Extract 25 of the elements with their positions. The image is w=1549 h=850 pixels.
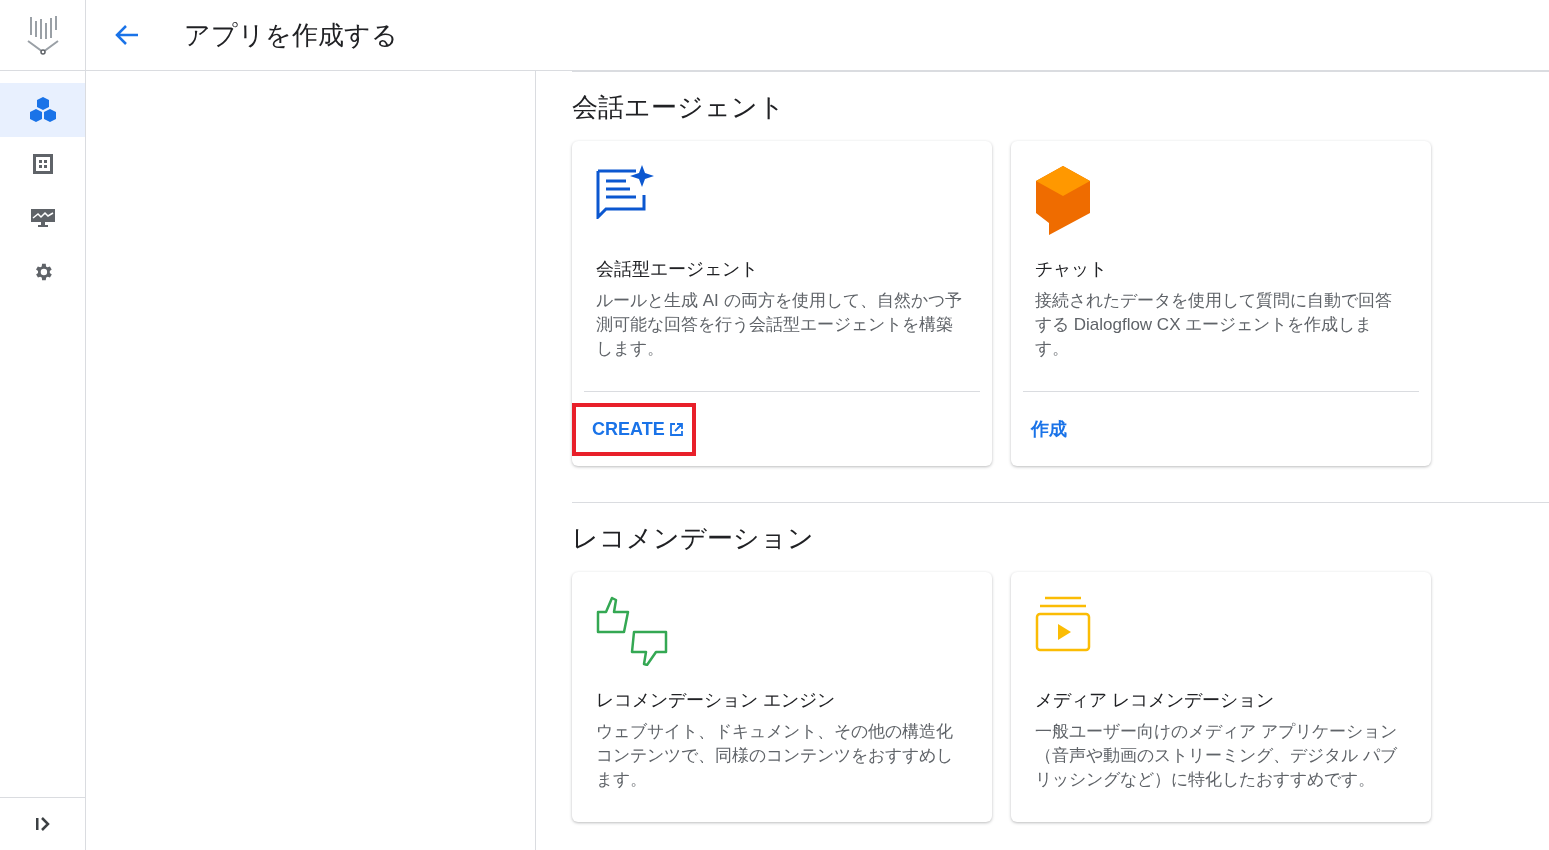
create-link[interactable]: 作成: [1011, 401, 1079, 457]
create-link[interactable]: CREATE: [572, 402, 696, 456]
external-link-icon: [668, 421, 684, 437]
card-description: 一般ユーザー向けのメディア アプリケーション（音声や動画のストリーミング、デジタル パブリッシングなど）に特化したおすすめです。: [1035, 721, 1398, 791]
card-title: レコメンデーション エンジン: [596, 689, 836, 712]
card-title: メディア レコメンデーション: [1035, 689, 1275, 712]
section-title: 会話エージェント: [572, 91, 786, 124]
cubes-icon: [28, 96, 57, 124]
section-title: レコメンデーション: [572, 522, 815, 555]
thumbs-up-down-icon: [596, 596, 668, 666]
speech-cube-icon: [1035, 165, 1091, 235]
card-title: 会話型エージェント: [596, 258, 759, 281]
expand-icon[interactable]: [34, 817, 51, 831]
card-description: 接続されたデータを使用して質問に自動で回答する Dialogflow CX エージェントを作成します。: [1035, 290, 1393, 360]
sidebar-item[interactable]: [0, 83, 85, 137]
card-description: ルールと生成 AI の両方を使用して、自然かつ予測可能な回答を行う会話型エージェントを構築します。: [596, 290, 963, 360]
card-title: チャット: [1035, 258, 1108, 281]
chat-sparkle-icon: [596, 165, 654, 219]
page-title: アプリを作成する: [184, 18, 398, 52]
logo-icon: [25, 15, 60, 55]
video-library-icon: [1035, 596, 1091, 652]
card-description: ウェブサイト、ドキュメント、その他の構造化コンテンツで、同様のコンテンツをおすすめします。: [596, 721, 954, 791]
back-arrow-icon[interactable]: [114, 24, 140, 46]
monitor-chart-icon: [30, 209, 55, 227]
grid-icon: [31, 153, 54, 175]
